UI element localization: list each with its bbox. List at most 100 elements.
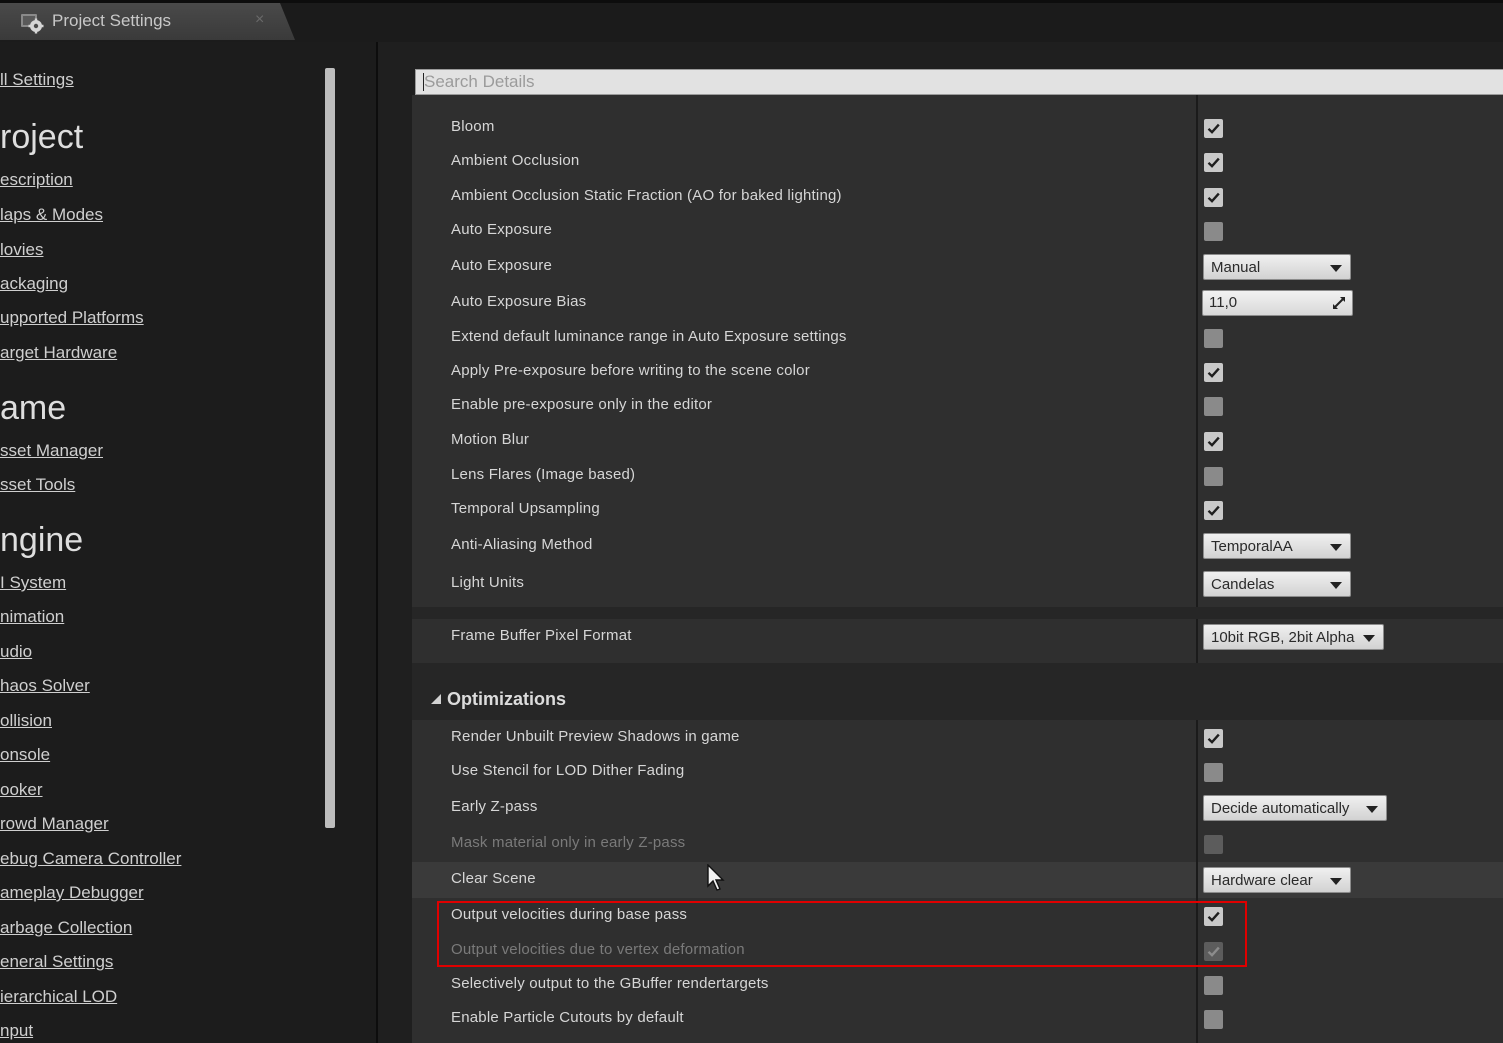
value-column-divider[interactable] — [1196, 680, 1198, 1043]
chevron-down-icon — [1366, 806, 1378, 813]
resize-arrows-icon[interactable] — [1332, 296, 1346, 310]
mouse-pointer-icon — [707, 864, 725, 891]
setting-label: Frame Buffer Pixel Format — [451, 627, 632, 644]
sidebar-link[interactable]: haos Solver — [0, 676, 90, 696]
search-placeholder: Search Details — [424, 72, 535, 91]
setting-label: Ambient Occlusion — [451, 152, 580, 169]
setting-label: Early Z-pass — [451, 798, 538, 815]
value-column-divider[interactable] — [1196, 95, 1198, 607]
sidebar-link[interactable]: rowd Manager — [0, 814, 109, 834]
unchecked-checkbox[interactable] — [1204, 329, 1223, 348]
sidebar-link[interactable]: arbage Collection — [0, 918, 132, 938]
sidebar-link[interactable]: ollision — [0, 711, 52, 731]
checked-checkbox[interactable] — [1204, 501, 1223, 520]
setting-label: Auto Exposure — [451, 221, 552, 238]
sidebar-link[interactable]: sset Tools — [0, 475, 75, 495]
value-dropdown[interactable]: Decide automatically — [1203, 795, 1387, 821]
setting-label: Auto Exposure Bias — [451, 293, 587, 310]
collapse-triangle-icon[interactable] — [431, 694, 441, 704]
setting-label: Light Units — [451, 574, 525, 591]
sidebar-link[interactable]: ooker — [0, 780, 43, 800]
sidebar-scrollbar[interactable] — [325, 68, 335, 828]
setting-label: Selectively output to the GBuffer render… — [451, 975, 769, 992]
chevron-down-icon — [1330, 544, 1342, 551]
chevron-down-icon — [1363, 635, 1375, 642]
setting-label: Motion Blur — [451, 431, 530, 448]
setting-label: Enable pre-exposure only in the editor — [451, 396, 713, 413]
sidebar-category-header: roject — [0, 118, 84, 156]
value-dropdown[interactable]: Manual — [1203, 254, 1351, 280]
dropdown-selected-value: Hardware clear — [1211, 872, 1313, 889]
sidebar-link[interactable]: laps & Modes — [0, 205, 103, 225]
title-strip — [0, 0, 1503, 3]
sidebar-link[interactable]: ackaging — [0, 274, 68, 294]
sidebar-link[interactable]: nimation — [0, 607, 64, 627]
tab-title: Project Settings — [52, 11, 172, 30]
setting-label: Auto Exposure — [451, 257, 552, 274]
value-dropdown[interactable]: TemporalAA — [1203, 533, 1351, 559]
unchecked-checkbox[interactable] — [1204, 467, 1223, 486]
sidebar-link[interactable]: I System — [0, 573, 66, 593]
checked-checkbox[interactable] — [1204, 188, 1223, 207]
sidebar-link[interactable]: ierarchical LOD — [0, 987, 117, 1007]
value-column-divider[interactable] — [1196, 619, 1198, 663]
setting-label: Clear Scene — [451, 870, 536, 887]
dropdown-selected-value: Manual — [1211, 259, 1261, 276]
search-details-input[interactable] — [415, 69, 1503, 95]
unchecked-checkbox[interactable] — [1204, 976, 1223, 995]
setting-label: Lens Flares (Image based) — [451, 466, 636, 483]
chevron-down-icon — [1330, 878, 1342, 885]
sidebar-category-header: ngine — [0, 521, 84, 559]
setting-label: Use Stencil for LOD Dither Fading — [451, 762, 685, 779]
sidebar-link[interactable]: lovies — [0, 240, 43, 260]
checked-checkbox[interactable] — [1204, 153, 1223, 172]
setting-label: Ambient Occlusion Static Fraction (AO fo… — [451, 187, 842, 204]
dropdown-selected-value: TemporalAA — [1211, 538, 1293, 555]
optimizations-section-header[interactable] — [412, 680, 1503, 720]
sidebar-link[interactable]: escription — [0, 170, 73, 190]
unchecked-checkbox[interactable] — [1204, 222, 1223, 241]
sidebar-link[interactable]: nput — [0, 1021, 33, 1041]
sidebar-link[interactable]: eneral Settings — [0, 952, 113, 972]
optimizations-section-title: Optimizations — [447, 689, 567, 709]
panel-gap — [412, 607, 1503, 619]
sidebar-link[interactable]: arget Hardware — [0, 343, 117, 363]
sidebar-link[interactable]: ebug Camera Controller — [0, 849, 181, 869]
numeric-input[interactable]: 11,0 — [1202, 290, 1353, 316]
setting-label: Mask material only in early Z-pass — [451, 834, 686, 851]
settings-gear-icon — [21, 14, 44, 34]
annotation-highlight-box — [437, 901, 1247, 967]
unchecked-checkbox[interactable] — [1204, 763, 1223, 782]
sidebar-link[interactable]: udio — [0, 642, 32, 662]
value-dropdown[interactable]: Hardware clear — [1203, 867, 1351, 893]
value-dropdown[interactable]: Candelas — [1203, 571, 1351, 597]
unchecked-checkbox — [1204, 835, 1223, 854]
dropdown-selected-value: Decide automatically — [1211, 800, 1350, 817]
dropdown-selected-value: Candelas — [1211, 576, 1275, 593]
checked-checkbox[interactable] — [1204, 432, 1223, 451]
setting-label: Temporal Upsampling — [451, 500, 600, 517]
numeric-value: 11,0 — [1209, 294, 1238, 311]
setting-label: Render Unbuilt Preview Shadows in game — [451, 728, 740, 745]
title-bar: Project Settings × — [0, 0, 1503, 42]
setting-label: Bloom — [451, 118, 495, 135]
checked-checkbox[interactable] — [1204, 363, 1223, 382]
unchecked-checkbox[interactable] — [1204, 397, 1223, 416]
chevron-down-icon — [1330, 582, 1342, 589]
close-tab-button[interactable]: × — [255, 11, 264, 29]
checked-checkbox[interactable] — [1204, 119, 1223, 138]
chevron-down-icon — [1330, 265, 1342, 272]
unchecked-checkbox[interactable] — [1204, 1010, 1223, 1029]
sidebar-link[interactable]: sset Manager — [0, 441, 103, 461]
sidebar-link[interactable]: onsole — [0, 745, 50, 765]
sidebar-link[interactable]: ll Settings — [0, 70, 74, 90]
sidebar-link[interactable]: upported Platforms — [0, 308, 144, 328]
checked-checkbox[interactable] — [1204, 729, 1223, 748]
setting-label: Apply Pre-exposure before writing to the… — [451, 362, 810, 379]
sidebar-link[interactable]: ameplay Debugger — [0, 883, 144, 903]
setting-label: Enable Particle Cutouts by default — [451, 1009, 684, 1026]
dropdown-selected-value: 10bit RGB, 2bit Alpha — [1211, 629, 1355, 646]
tab-project-settings[interactable]: Project Settings × — [0, 3, 295, 40]
value-dropdown[interactable]: 10bit RGB, 2bit Alpha — [1203, 624, 1384, 650]
panel-gap — [412, 663, 1503, 680]
